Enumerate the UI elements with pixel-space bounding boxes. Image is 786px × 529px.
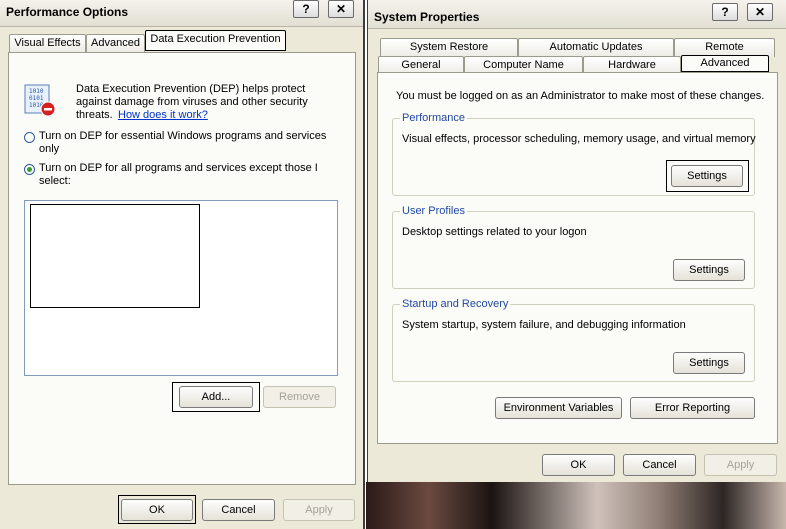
dep-description-line2: against damage from viruses and other se…: [76, 96, 308, 108]
dep-panel: 1010 0101 1010 Data Execution Prevention…: [8, 52, 356, 485]
help-button[interactable]: ?: [293, 0, 319, 18]
tab-data-execution-prevention[interactable]: Data Execution Prevention: [145, 30, 286, 51]
tab-visual-effects[interactable]: Visual Effects: [9, 34, 86, 53]
add-button[interactable]: Add...: [179, 386, 253, 408]
admin-note: You must be logged on as an Administrato…: [396, 90, 765, 102]
startup-recovery-legend: Startup and Recovery: [400, 298, 511, 310]
radio-all-label-line1: Turn on DEP for all programs and service…: [39, 162, 318, 174]
dep-description-line3: threats.: [76, 109, 113, 121]
remove-button[interactable]: Remove: [263, 386, 336, 408]
title-bar[interactable]: System Properties ? ✕: [368, 0, 786, 29]
ok-button[interactable]: OK: [542, 454, 615, 476]
apply-button[interactable]: Apply: [704, 454, 777, 476]
user-profiles-group: User Profiles Desktop settings related t…: [392, 205, 755, 289]
user-profiles-legend: User Profiles: [400, 205, 467, 217]
performance-settings-button[interactable]: Settings: [671, 165, 743, 187]
performance-legend: Performance: [400, 112, 467, 124]
performance-group: Performance Visual effects, processor sc…: [392, 112, 756, 196]
cancel-button[interactable]: Cancel: [202, 499, 275, 521]
window-title: Performance Options: [6, 5, 129, 19]
user-profiles-settings-button[interactable]: Settings: [673, 259, 745, 281]
tab-system-restore[interactable]: System Restore: [380, 38, 518, 57]
svg-text:0101: 0101: [29, 95, 44, 102]
radio-all-programs[interactable]: [24, 164, 35, 175]
environment-variables-button[interactable]: Environment Variables: [495, 397, 622, 419]
dep-description-line1: Data Execution Prevention (DEP) helps pr…: [76, 83, 306, 95]
tab-advanced[interactable]: Advanced: [86, 34, 145, 53]
apply-button[interactable]: Apply: [283, 499, 355, 521]
performance-options-window: Performance Options ? ✕ Visual Effects A…: [0, 0, 365, 529]
radio-essential-label-line2: only: [39, 143, 60, 155]
close-button[interactable]: ✕: [747, 3, 773, 21]
background-photo: [366, 482, 786, 529]
radio-all-label-line2: select:: [39, 175, 71, 187]
title-bar[interactable]: Performance Options ? ✕: [0, 0, 363, 27]
list-selection-box: [30, 204, 200, 308]
ok-button[interactable]: OK: [121, 499, 193, 521]
radio-essential-label-line1: Turn on DEP for essential Windows progra…: [39, 130, 327, 142]
tab-advanced[interactable]: Advanced: [681, 55, 769, 72]
close-button[interactable]: ✕: [328, 0, 354, 18]
performance-description: Visual effects, processor scheduling, me…: [402, 133, 756, 145]
radio-essential-only[interactable]: [24, 132, 35, 143]
error-reporting-button[interactable]: Error Reporting: [630, 397, 755, 419]
svg-text:1010: 1010: [29, 88, 44, 95]
how-does-it-work-link[interactable]: How does it work?: [118, 109, 208, 121]
window-title: System Properties: [374, 10, 480, 24]
cancel-button[interactable]: Cancel: [623, 454, 696, 476]
startup-recovery-group: Startup and Recovery System startup, sys…: [392, 298, 755, 382]
startup-recovery-description: System startup, system failure, and debu…: [402, 319, 686, 331]
help-button[interactable]: ?: [712, 3, 738, 21]
advanced-panel: You must be logged on as an Administrato…: [377, 72, 778, 444]
tab-automatic-updates[interactable]: Automatic Updates: [518, 38, 674, 57]
system-properties-window: System Properties ? ✕ System Restore Aut…: [367, 0, 786, 482]
startup-recovery-settings-button[interactable]: Settings: [673, 352, 745, 374]
program-exceptions-list[interactable]: [24, 200, 338, 376]
dep-shield-icon: 1010 0101 1010: [24, 84, 56, 117]
user-profiles-description: Desktop settings related to your logon: [402, 226, 587, 238]
